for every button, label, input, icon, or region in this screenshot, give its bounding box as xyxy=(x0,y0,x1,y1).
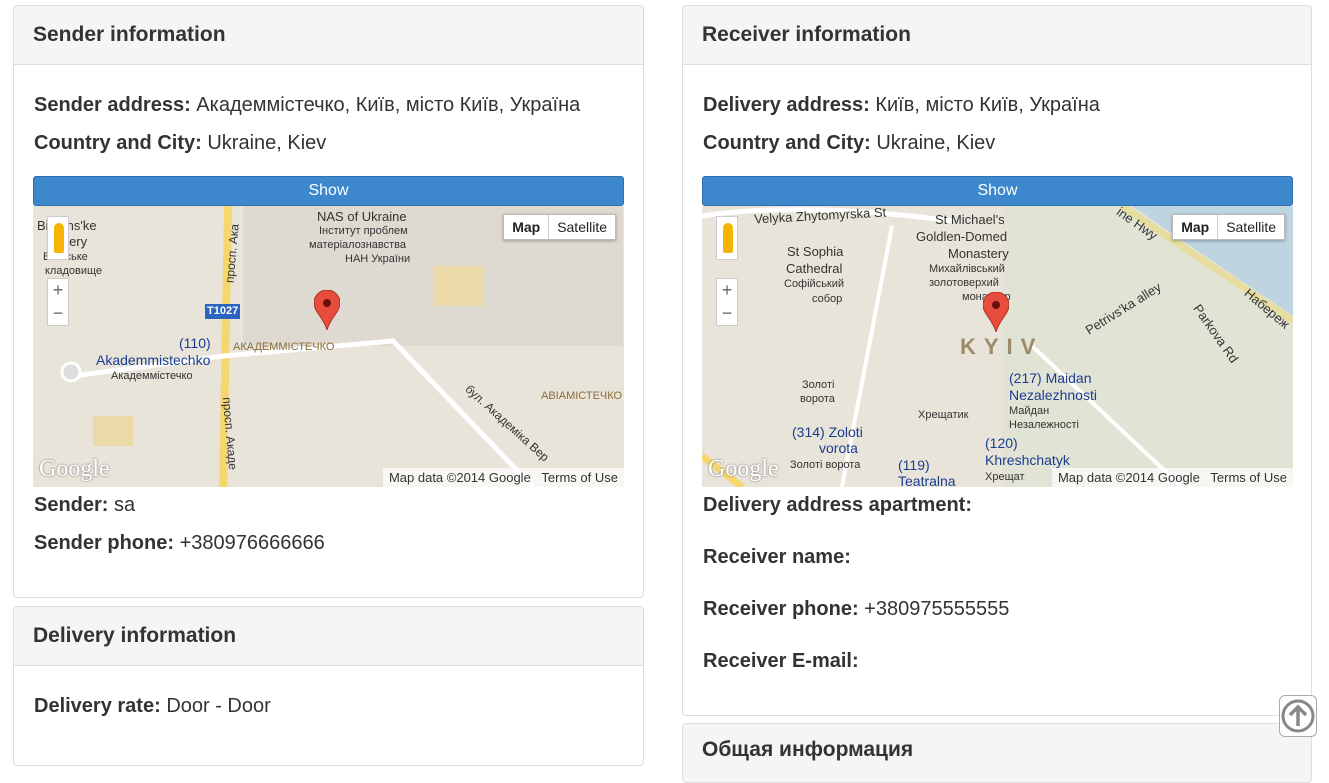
map-label: Золоті ворота xyxy=(790,459,861,471)
delivery-apartment-label: Delivery address apartment: xyxy=(703,494,973,516)
location-pin-icon xyxy=(314,290,340,330)
zoom-in-icon[interactable]: + xyxy=(48,279,68,302)
map-label: ворота xyxy=(800,393,835,405)
map-type-control: Map Satellite xyxy=(503,214,616,240)
sender-name: Sender: sa xyxy=(34,494,136,516)
map-type-map-button[interactable]: Map xyxy=(1173,215,1219,239)
map-type-control: Map Satellite xyxy=(1172,214,1285,240)
zoom-out-icon[interactable]: − xyxy=(717,302,737,325)
map-label: Teatralna xyxy=(898,473,956,488)
map-attribution: Map data ©2014 Google Terms of Use xyxy=(382,468,624,487)
map-label: Незалежності xyxy=(1009,419,1079,431)
map-label: НАН України xyxy=(345,253,411,265)
map-label: Михайлівський xyxy=(929,263,1005,275)
map-label: Софійський xyxy=(784,278,845,290)
map-label: vorota xyxy=(819,440,858,456)
sender-panel: Sender information Sender address: Акаде… xyxy=(13,5,644,598)
zoom-out-icon[interactable]: − xyxy=(48,302,68,325)
receiver-show-map-button[interactable]: Show xyxy=(702,176,1293,206)
map-type-satellite-button[interactable]: Satellite xyxy=(549,215,615,239)
delivery-address: Delivery address: Київ, місто Київ, Укра… xyxy=(703,94,1100,116)
receiver-panel-title: Receiver information xyxy=(683,6,1311,65)
map-label: St Sophia xyxy=(787,244,844,259)
map-label: АКАДЕММІСТЕЧКО xyxy=(233,341,335,353)
scroll-to-top-button[interactable] xyxy=(1279,695,1317,737)
receiver-map[interactable]: Velyka Zhytomyrska St St Michael's Goldl… xyxy=(702,206,1293,487)
location-pin-icon xyxy=(983,292,1009,332)
receiver-phone: Receiver phone: +380975555555 xyxy=(703,598,1010,620)
map-label: (120) xyxy=(985,435,1018,451)
map-type-map-button[interactable]: Map xyxy=(504,215,550,239)
receiver-panel: Receiver information Delivery address: К… xyxy=(682,5,1312,716)
map-label: Інститут проблем xyxy=(319,225,408,237)
map-label: Nezalezhnosti xyxy=(1009,387,1097,403)
general-info-panel: Общая информация xyxy=(682,723,1312,783)
sender-show-map-button[interactable]: Show xyxy=(33,176,624,206)
map-label: Monastery xyxy=(948,246,1009,261)
map-label: Goldlen-Domed xyxy=(916,229,1008,244)
map-zoom-control[interactable]: + − xyxy=(47,278,69,326)
map-label: кладовище xyxy=(45,265,103,277)
general-info-title: Общая информация xyxy=(683,724,1311,782)
receiver-name-label: Receiver name: xyxy=(703,546,851,568)
receiver-country-city: Country and City: Ukraine, Kiev xyxy=(703,132,996,154)
map-label: Академмістечко xyxy=(111,370,193,382)
map-label: NAS of Ukraine xyxy=(317,209,407,224)
road-badge: T1027 xyxy=(205,304,241,319)
receiver-email-label: Receiver E-mail: xyxy=(703,650,859,672)
street-view-pegman-icon[interactable] xyxy=(716,216,738,260)
map-label: АВІАМІСТЕЧКО xyxy=(541,390,623,402)
map-label: St Michael's xyxy=(935,212,1005,227)
google-logo: Google xyxy=(39,456,110,482)
sender-panel-title: Sender information xyxy=(14,6,643,65)
google-logo: Google xyxy=(708,456,779,482)
sender-address: Sender address: Академмістечко, Київ, мі… xyxy=(34,94,581,116)
map-label: Хрещат xyxy=(985,471,1025,483)
sender-country-city: Country and City: Ukraine, Kiev xyxy=(34,132,327,154)
terms-of-use-link[interactable]: Terms of Use xyxy=(541,470,618,485)
sender-map[interactable]: Bi nans'ke netery Б анське кладовище NAS… xyxy=(33,206,624,487)
zoom-in-icon[interactable]: + xyxy=(717,279,737,302)
terms-of-use-link[interactable]: Terms of Use xyxy=(1210,470,1287,485)
delivery-panel: Delivery information Delivery rate: Door… xyxy=(13,606,644,766)
sender-phone: Sender phone: +380976666666 xyxy=(34,532,325,554)
map-label: Хрещатик xyxy=(918,409,969,421)
map-label: Akademmistechko xyxy=(96,352,211,368)
map-label: Cathedral xyxy=(786,261,843,276)
delivery-panel-title: Delivery information xyxy=(14,607,643,666)
map-label: Khreshchatyk xyxy=(985,452,1070,468)
map-label: собор xyxy=(812,293,843,305)
delivery-rate: Delivery rate: Door - Door xyxy=(34,695,271,717)
map-label: (314) Zoloti xyxy=(792,424,863,440)
map-attribution: Map data ©2014 Google Terms of Use xyxy=(1051,468,1293,487)
map-label: матеріалознавства xyxy=(309,239,407,251)
arrow-up-icon xyxy=(1281,699,1315,733)
map-label: (217) Maidan xyxy=(1009,370,1092,386)
map-label: Майдан xyxy=(1009,405,1050,417)
street-view-pegman-icon[interactable] xyxy=(47,216,69,260)
map-label: Золоті xyxy=(802,379,835,391)
map-label: золотоверхий xyxy=(929,277,999,289)
map-type-satellite-button[interactable]: Satellite xyxy=(1218,215,1284,239)
map-label: (110) xyxy=(179,335,211,351)
map-label: (119) xyxy=(898,457,930,473)
city-label: KYIV xyxy=(960,334,1044,359)
map-zoom-control[interactable]: + − xyxy=(716,278,738,326)
